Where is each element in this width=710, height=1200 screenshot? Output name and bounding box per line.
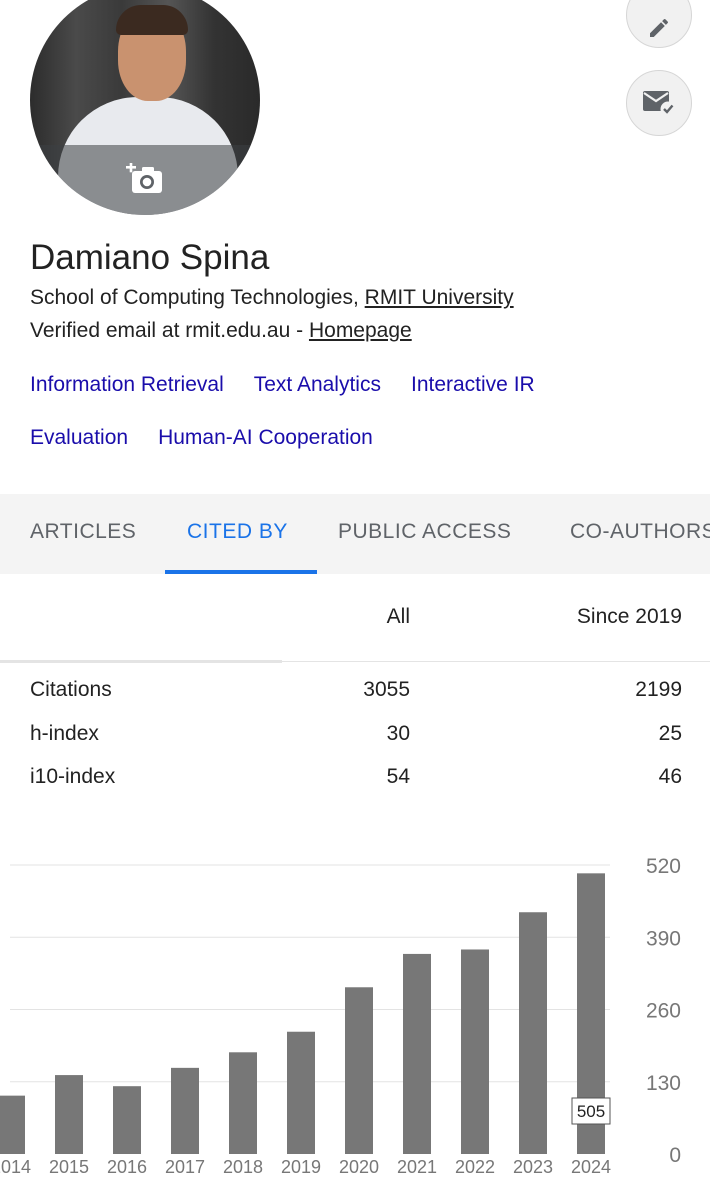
stats-value-since: 46 [658, 765, 682, 788]
x-tick-label: 2019 [281, 1157, 321, 1177]
mail-verified-icon [643, 91, 676, 117]
x-tick-label: 2018 [223, 1157, 263, 1177]
y-tick-label: 130 [646, 1072, 681, 1095]
x-tick-label: 2020 [339, 1157, 379, 1177]
stats-label: i10-index [30, 765, 116, 788]
x-tick-label: 2023 [513, 1157, 553, 1177]
homepage-link[interactable]: Homepage [309, 319, 412, 342]
y-tick-label: 0 [669, 1144, 681, 1167]
x-tick-label: 2015 [49, 1157, 89, 1177]
edit-profile-button[interactable] [626, 0, 692, 48]
active-tab-indicator [165, 570, 317, 574]
x-tick-label: 2014 [0, 1157, 31, 1177]
column-all: All [386, 605, 410, 628]
bar-2021 [403, 953, 431, 1154]
tab-articles[interactable]: ARTICLES [30, 494, 136, 574]
bar-2016 [113, 1086, 141, 1154]
add-photo-icon[interactable] [126, 163, 166, 195]
column-since-2019: Since 2019 [576, 605, 682, 628]
bar-2023 [519, 912, 547, 1154]
citations-chart-svg: 0 130 260 390 520 2014 2015 2016 2017 2018 2019 202… [0, 855, 681, 1177]
stats-row-citations: Citations 3055 2199 [0, 678, 710, 718]
stats-divider [0, 660, 282, 663]
stats-label: Citations [30, 678, 112, 701]
bar-2022 [461, 949, 489, 1154]
interest-evaluation[interactable]: Evaluation [30, 426, 128, 479]
y-tick-label: 520 [646, 855, 681, 878]
photo-hair [116, 5, 188, 35]
verified-email: Verified email at rmit.edu.au - Homepage [30, 319, 412, 343]
pencil-icon [650, 18, 669, 37]
stats-row-h-index: h-index 30 25 [0, 722, 710, 762]
y-tick-label: 260 [646, 1000, 681, 1023]
verified-email-text: Verified email at rmit.edu.au - [30, 319, 309, 342]
email-alerts-button[interactable] [626, 70, 692, 136]
affiliation: School of Computing Technologies, RMIT U… [30, 286, 514, 310]
affiliation-text: School of Computing Technologies, [30, 286, 365, 309]
stats-value-since: 25 [658, 722, 682, 745]
tab-cited-by[interactable]: CITED BY [187, 494, 288, 574]
bar-value-tooltip: 505 [577, 1102, 605, 1121]
stats-value-all: 30 [386, 722, 410, 745]
stats-label: h-index [30, 722, 99, 745]
profile-name: Damiano Spina [30, 238, 270, 277]
stats-value-all: 3055 [363, 678, 410, 701]
stats-row-i10-index: i10-index 54 46 [0, 765, 710, 805]
stats-value-since: 2199 [635, 678, 682, 701]
x-tick-label: 2024 [571, 1157, 611, 1177]
interest-information-retrieval[interactable]: Information Retrieval [30, 373, 224, 426]
bar-2020 [345, 987, 373, 1154]
interest-text-analytics[interactable]: Text Analytics [254, 373, 381, 426]
research-interests: Information Retrieval Text Analytics Int… [30, 373, 680, 479]
interest-human-ai-cooperation[interactable]: Human-AI Cooperation [158, 426, 373, 479]
citations-chart: 0 130 260 390 520 2014 2015 2016 2017 2018 2019 202… [0, 845, 710, 1185]
bar-2015 [55, 1075, 83, 1154]
stats-value-all: 54 [386, 765, 410, 788]
x-tick-label: 2022 [455, 1157, 495, 1177]
bar-2019 [287, 1031, 315, 1154]
tab-co-authors[interactable]: CO-AUTHORS [570, 494, 710, 574]
y-tick-label: 390 [646, 927, 681, 950]
bar-2017 [171, 1067, 199, 1154]
stats-divider [282, 661, 710, 662]
bar-2014 [0, 1095, 25, 1154]
profile-tabs: ARTICLES CITED BY PUBLIC ACCESS CO-AUTHO… [0, 494, 710, 574]
affiliation-link[interactable]: RMIT University [365, 286, 514, 309]
x-tick-label: 2017 [165, 1157, 205, 1177]
x-tick-label: 2016 [107, 1157, 147, 1177]
profile-photo[interactable] [30, 0, 260, 215]
interest-interactive-ir[interactable]: Interactive IR [411, 373, 535, 426]
bar-2018 [229, 1052, 257, 1154]
x-tick-label: 2021 [397, 1157, 437, 1177]
tab-public-access[interactable]: PUBLIC ACCESS [338, 494, 511, 574]
stats-header: All Since 2019 [0, 590, 710, 662]
